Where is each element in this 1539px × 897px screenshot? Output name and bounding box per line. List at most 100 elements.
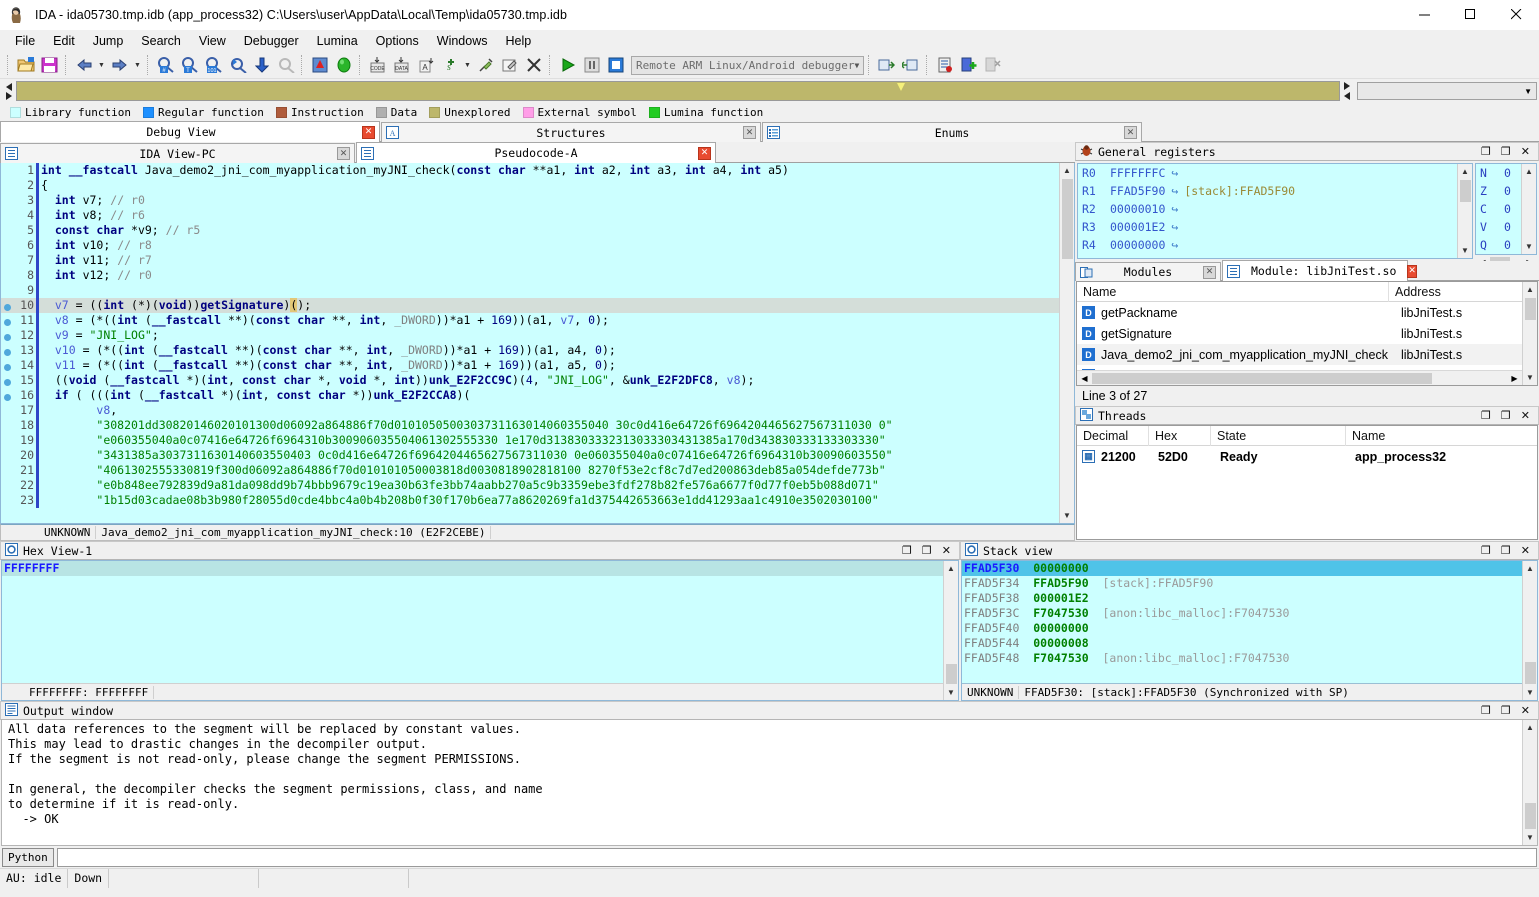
search-binary-icon[interactable]: 101 — [202, 54, 225, 76]
line-text[interactable]: v11 = (*((int (__fastcall **)(const char… — [39, 358, 616, 373]
navigator-scroll-buttons[interactable] — [2, 80, 16, 102]
maximize-button[interactable] — [1447, 0, 1493, 30]
breakpoint-icon[interactable] — [1, 358, 14, 373]
scroll-up-icon[interactable]: ▲ — [944, 561, 959, 576]
stack-value[interactable]: 00000008 — [1019, 636, 1088, 650]
nav-jump-back-icon[interactable] — [1343, 92, 1350, 100]
breakpoint-icon[interactable] — [1, 313, 14, 328]
follow-arrow-icon[interactable]: ↪ — [1171, 182, 1178, 200]
edit-function-icon[interactable] — [498, 54, 521, 76]
tab-structures[interactable]: A Structures ✕ — [381, 122, 761, 142]
breakpoint-gutter[interactable] — [1, 238, 14, 253]
flag-row[interactable]: N0 — [1476, 164, 1521, 182]
navigator-combo[interactable]: ▼ — [1357, 82, 1537, 100]
navigate-forward-icon[interactable] — [108, 54, 131, 76]
pseudocode-line[interactable]: 7 int v11; // r7 — [1, 253, 1059, 268]
detach-process-icon[interactable] — [899, 54, 922, 76]
menu-options[interactable]: Options — [367, 32, 428, 50]
scroll-up-icon[interactable]: ▲ — [1458, 164, 1473, 179]
stack-value[interactable]: 000001E2 — [1019, 591, 1088, 605]
tab-modules[interactable]: Modules ✕ — [1075, 262, 1221, 281]
flag-value[interactable]: 0 — [1504, 218, 1511, 236]
nav-right-arrow-icon[interactable] — [6, 91, 12, 100]
scroll-down-icon[interactable]: ▼ — [1523, 370, 1538, 385]
scroll-up-icon[interactable]: ▲ — [1523, 720, 1538, 735]
table-row[interactable]: ▦ 21200 52D0 Ready app_process32 — [1077, 446, 1537, 467]
panel-maximize-button[interactable]: ❐ — [1501, 145, 1511, 158]
scroll-down-icon[interactable]: ▼ — [1060, 508, 1075, 523]
pseudocode-lines[interactable]: 1 int __fastcall Java_demo2_jni_com_myapp… — [1, 163, 1059, 523]
hex-view-body[interactable]: FFFFFFFF FFFFFFFF: FFFFFFFF ▲ ▼ — [1, 560, 959, 701]
register-value[interactable]: 000001E2 — [1110, 218, 1165, 236]
table-row[interactable]: D Java_demo2_jni_com_myapplication_myJNI_… — [1077, 344, 1522, 365]
attach-process-icon[interactable] — [875, 54, 898, 76]
register-row[interactable]: R3 000001E2 ↪ — [1078, 218, 1457, 236]
breakpoint-list-icon[interactable] — [933, 54, 956, 76]
pseudocode-line[interactable]: 5 const char *v9; // r5 — [1, 223, 1059, 238]
column-header-decimal[interactable]: Decimal — [1077, 426, 1149, 446]
flag-row[interactable]: V0 — [1476, 218, 1521, 236]
panel-close-button[interactable]: ✕ — [1521, 544, 1530, 557]
line-text[interactable]: { — [39, 178, 48, 193]
scroll-up-icon[interactable]: ▲ — [1523, 282, 1538, 297]
panel-close-button[interactable]: ✕ — [942, 544, 951, 557]
flag-row[interactable]: C0 — [1476, 200, 1521, 218]
pause-debugger-icon[interactable] — [580, 54, 603, 76]
tab-enums[interactable]: Enums ✕ — [762, 122, 1142, 142]
language-selector-button[interactable]: Python — [2, 847, 54, 867]
pseudocode-line[interactable]: 6 int v10; // r8 — [1, 238, 1059, 253]
table-row[interactable]: DgetSignature libJniTest.s — [1077, 323, 1522, 344]
register-list[interactable]: R0 FFFFFFFC ↪ R1 FFAD5F90 ↪ [stack]:FFAD5F90 R2… — [1078, 164, 1457, 258]
delete-icon[interactable] — [522, 54, 545, 76]
panel-close-button[interactable]: ✕ — [1521, 704, 1530, 717]
register-row[interactable]: R1 FFAD5F90 ↪ [stack]:FFAD5F90 — [1078, 182, 1457, 200]
close-icon[interactable]: ✕ — [362, 125, 375, 139]
line-text[interactable] — [39, 283, 41, 298]
pseudocode-line[interactable]: 4 int v8; // r6 — [1, 208, 1059, 223]
panel-restore-button[interactable]: ❐ — [1481, 409, 1491, 422]
close-button[interactable] — [1493, 0, 1539, 30]
close-icon[interactable]: ✕ — [1407, 264, 1417, 278]
make-ascii-icon[interactable]: A — [414, 54, 437, 76]
menu-help[interactable]: Help — [496, 32, 540, 50]
register-row[interactable]: R4 00000000 ↪ — [1078, 236, 1457, 254]
line-text[interactable]: int v8; // r6 — [39, 208, 145, 223]
breakpoint-icon[interactable] — [1, 298, 14, 313]
undefine-icon[interactable] — [474, 54, 497, 76]
pseudocode-line[interactable]: 19 "e060355040a0c07416e64726f6964310b300… — [1, 433, 1059, 448]
breakpoint-gutter[interactable] — [1, 193, 14, 208]
scroll-thumb[interactable] — [1524, 298, 1536, 320]
panel-close-button[interactable]: ✕ — [1521, 409, 1530, 422]
navigate-back-icon[interactable] — [72, 54, 95, 76]
stack-value[interactable]: F7047530 — [1019, 606, 1088, 620]
breakpoint-gutter[interactable] — [1, 163, 14, 178]
scroll-thumb[interactable] — [1459, 180, 1471, 202]
pseudocode-line[interactable]: 20 "3431385a3037311630140603550403 0c0d4… — [1, 448, 1059, 463]
breakpoint-gutter[interactable] — [1, 253, 14, 268]
register-value[interactable]: 00000000 — [1110, 236, 1165, 254]
menu-jump[interactable]: Jump — [84, 32, 133, 50]
navigator-band[interactable] — [16, 81, 1340, 101]
scroll-thumb[interactable] — [1061, 179, 1073, 259]
search-by-number-icon[interactable]: # — [154, 54, 177, 76]
stack-view-vscrollbar[interactable]: ▲ ▼ — [1522, 561, 1537, 700]
breakpoint-gutter[interactable] — [1, 403, 14, 418]
stack-row[interactable]: FFAD5F38 000001E2 — [962, 591, 1522, 606]
run-debugger-icon[interactable] — [556, 54, 579, 76]
module-table-body[interactable]: DgetPackname libJniTest.s DgetSignature lib… — [1077, 302, 1522, 370]
breakpoint-gutter[interactable] — [1, 493, 14, 508]
forward-dropdown-arrow[interactable]: ▼ — [132, 54, 143, 76]
column-header-name[interactable]: Name — [1077, 282, 1389, 302]
breakpoint-gutter[interactable] — [1, 283, 14, 298]
scroll-thumb[interactable] — [1092, 372, 1432, 384]
line-text[interactable]: int __fastcall Java_demo2_jni_com_myappl… — [39, 163, 789, 178]
line-text[interactable]: "3431385a3037311630140603550403 0c0d416e… — [39, 448, 892, 463]
stack-row[interactable]: FFAD5F3C F7047530 [anon:libc_malloc]:F70… — [962, 606, 1522, 621]
breakpoint-gutter[interactable] — [1, 418, 14, 433]
breakpoint-gutter[interactable] — [1, 463, 14, 478]
pseudocode-line[interactable]: 10 v7 = ((int (*)(void))getSignature)(); — [1, 298, 1059, 313]
stack-row[interactable]: FFAD5F40 00000000 — [962, 621, 1522, 636]
output-vscrollbar[interactable]: ▲ ▼ — [1522, 720, 1537, 845]
line-text[interactable]: const char *v9; // r5 — [39, 223, 200, 238]
close-icon[interactable]: ✕ — [1203, 265, 1216, 279]
